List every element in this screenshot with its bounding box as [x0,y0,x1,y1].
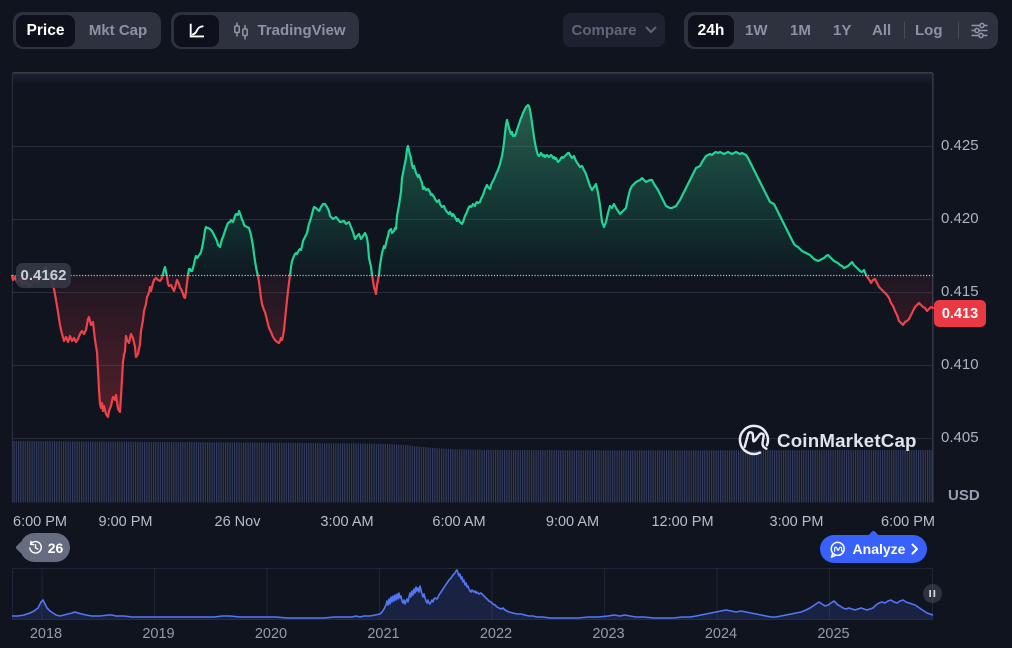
svg-text:CoinMarketCap: CoinMarketCap [777,430,917,451]
